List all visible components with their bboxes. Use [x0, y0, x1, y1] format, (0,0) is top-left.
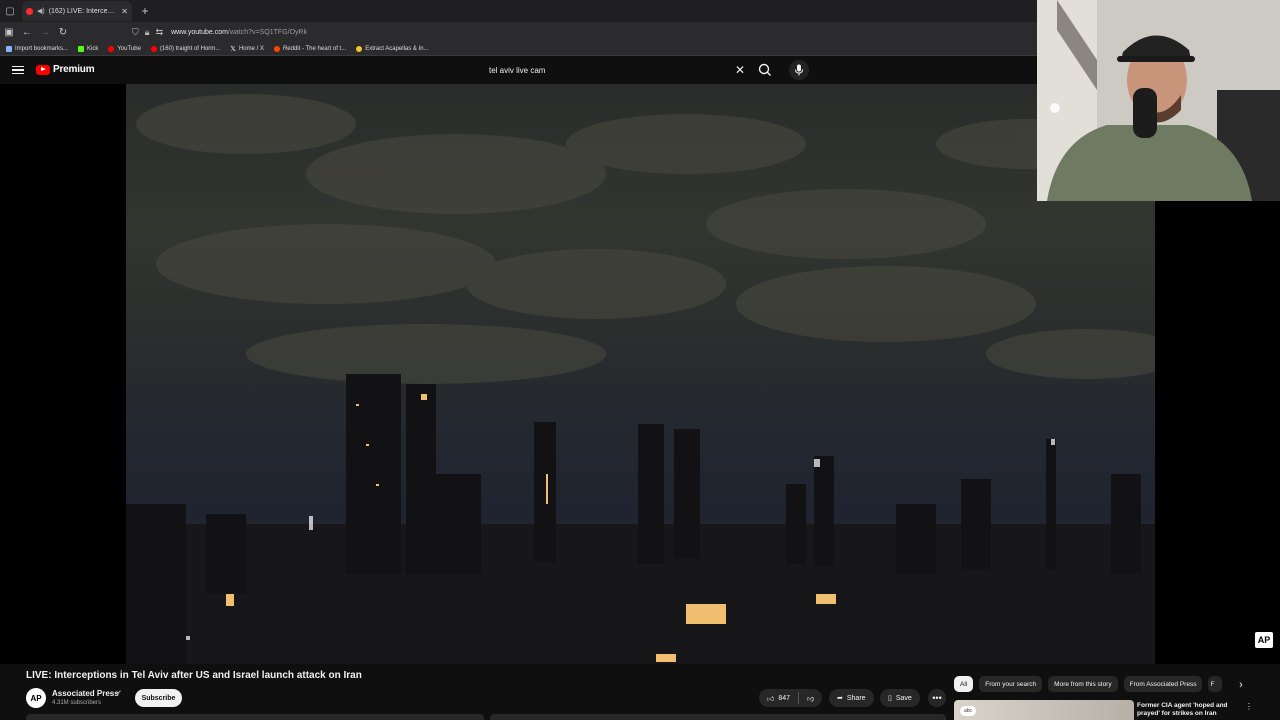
url-field[interactable]: www.youtube.com/watch?v=SQ1TFG/OyRk	[171, 29, 307, 36]
url-path: /watch?v=SQ1TFG/OyRk	[227, 28, 308, 36]
speaker-icon[interactable]: ◀)	[37, 7, 45, 15]
x-icon: 𝕏	[230, 45, 236, 53]
reload-button[interactable]: ↻	[54, 22, 72, 42]
chip-all[interactable]: All	[954, 676, 974, 692]
comments-box[interactable]	[490, 714, 946, 720]
bookmark-label: Reddit - The heart of t...	[282, 45, 347, 52]
streamer-webcam-image	[1037, 0, 1280, 201]
bookmark-label: YouTube	[117, 45, 141, 52]
like-button[interactable]: 👍︎ 847	[759, 689, 798, 707]
site-settings-icon[interactable]: ⇆	[156, 27, 164, 38]
back-button[interactable]: ←	[18, 22, 36, 42]
bookmark-x[interactable]: 𝕏 Home / X	[230, 45, 264, 53]
chip-from-your-search[interactable]: From your search	[979, 676, 1043, 692]
lock-icon[interactable]: 🔒︎	[145, 27, 150, 38]
youtube-play-icon	[36, 64, 50, 75]
bookmark-import[interactable]: Import bookmarks...	[6, 45, 69, 52]
description-box[interactable]	[26, 714, 484, 720]
url-host: www.youtube.com	[171, 28, 228, 36]
webcam-overlay	[1037, 0, 1280, 201]
bookmark-youtube[interactable]: YouTube	[108, 45, 141, 52]
kick-icon	[78, 45, 85, 52]
tab-close-icon[interactable]: ✕	[121, 7, 128, 16]
more-actions-icon[interactable]: •••	[928, 689, 946, 707]
clear-search-icon[interactable]: ✕	[735, 63, 745, 77]
share-button[interactable]: ➦ Share	[829, 689, 874, 707]
share-label: Share	[846, 694, 866, 702]
abc-logo: abc	[960, 706, 976, 716]
chip-more-from-this-story[interactable]: More from this story	[1048, 676, 1118, 692]
new-tab-button[interactable]: +	[136, 2, 154, 20]
skyline-illustration	[126, 94, 1155, 664]
reddit-icon	[273, 45, 280, 52]
verified-icon: ✔︎	[116, 690, 122, 697]
logo-text: Premium	[53, 64, 95, 75]
recommended-video-title[interactable]: Former CIA agent 'hoped and prayed' for …	[1137, 702, 1237, 718]
recommended-video-thumbnail[interactable]: abc	[954, 700, 1134, 720]
youtube-icon	[150, 45, 157, 52]
dislike-button[interactable]: 👎︎	[799, 689, 822, 707]
video-frame-city-skyline[interactable]	[126, 84, 1155, 664]
bookmark-label: (160) traight of Horm...	[159, 45, 221, 52]
channel-avatar[interactable]: AP	[26, 688, 46, 708]
youtube-premium-logo[interactable]: Premium	[36, 64, 95, 75]
shield-icon[interactable]: ⛉	[132, 27, 139, 38]
search-input[interactable]: tel aviv live cam ✕	[482, 61, 754, 79]
bookmark-hormuz[interactable]: (160) traight of Horm...	[150, 45, 221, 52]
ap-watermark-logo: AP	[1255, 632, 1273, 648]
bookmark-kick[interactable]: Kick	[78, 45, 99, 52]
tab-overview-icon[interactable]: ▢	[0, 0, 20, 22]
bookmark-label: Extract Acapellas & In...	[365, 45, 429, 52]
bookmark-acapellas[interactable]: Extract Acapellas & In...	[356, 45, 429, 52]
search-query: tel aviv live cam	[489, 65, 546, 75]
bookmark-label: Kick	[87, 45, 99, 52]
microphone-icon[interactable]	[789, 60, 809, 80]
youtube-favicon-icon	[26, 7, 33, 15]
subscribe-button[interactable]: Subscribe	[135, 689, 182, 707]
more-vert-icon[interactable]: ⋮	[1245, 702, 1253, 711]
recommendation-chips: All From your search More from this stor…	[954, 676, 1223, 692]
bookmark-icon: ▯	[888, 695, 892, 702]
search-icon[interactable]	[756, 61, 774, 79]
sidebar-toggle-icon[interactable]: ▣	[0, 22, 18, 42]
like-dislike-group: 👍︎ 847 👎︎	[759, 689, 823, 707]
video-title: LIVE: Interceptions in Tel Aviv after US…	[26, 670, 362, 681]
channel-name[interactable]: Associated Press	[52, 689, 119, 698]
save-label: Save	[895, 694, 912, 702]
bookmark-folder-icon	[6, 45, 12, 52]
chip-from-associated-press[interactable]: From Associated Press	[1123, 676, 1203, 692]
share-icon: ➦	[837, 695, 843, 702]
youtube-icon	[108, 45, 115, 52]
bookmark-label: Import bookmarks...	[15, 45, 69, 52]
forward-button[interactable]: →	[36, 22, 54, 42]
bookmark-reddit[interactable]: Reddit - The heart of t...	[273, 45, 347, 52]
menu-icon[interactable]	[12, 63, 24, 77]
bookmark-label: Home / X	[238, 45, 264, 52]
like-count: 847	[778, 694, 791, 702]
save-button[interactable]: ▯ Save	[880, 689, 920, 707]
chip-truncated[interactable]: F	[1208, 676, 1223, 692]
tab-title: (162) LIVE: Interceptions in	[48, 7, 118, 15]
subscriber-count: 4.31M subscribers	[52, 700, 102, 706]
thumbs-down-icon: 👎︎	[807, 695, 815, 703]
acapella-icon	[356, 45, 363, 52]
thumbs-up-icon: 👍︎	[767, 695, 775, 703]
chevron-right-icon[interactable]: ›	[1234, 678, 1248, 692]
browser-tab[interactable]: ◀) (162) LIVE: Interceptions in ✕	[22, 1, 132, 21]
